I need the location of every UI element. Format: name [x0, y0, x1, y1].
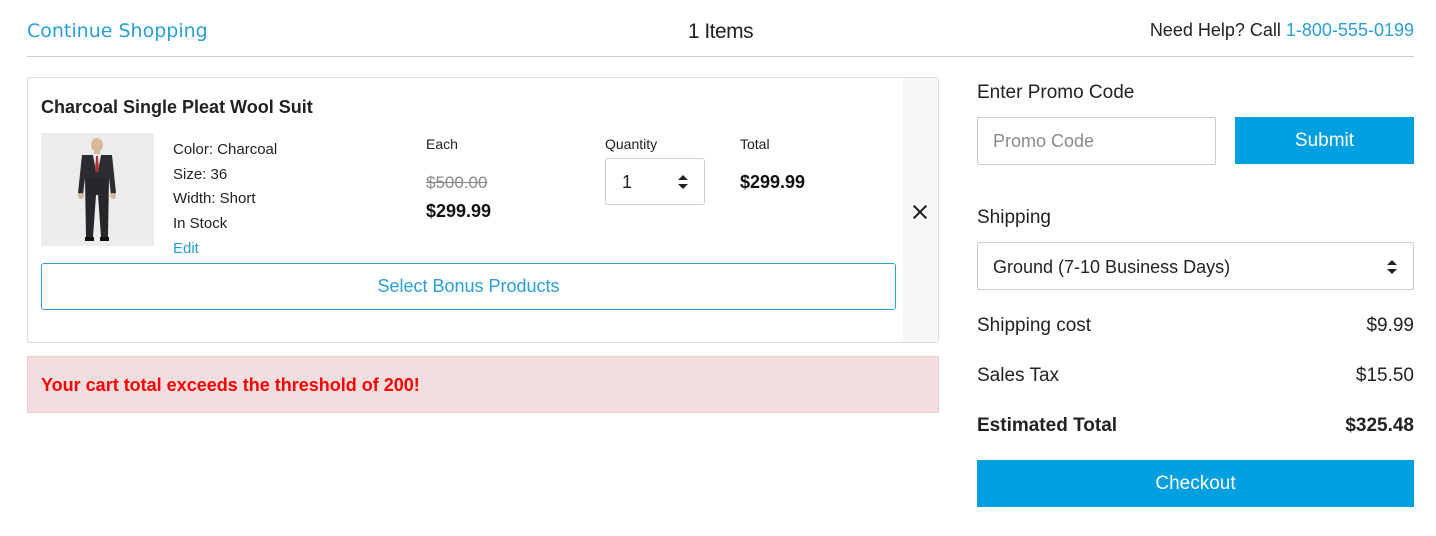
- select-bonus-products-button[interactable]: Select Bonus Products: [41, 263, 896, 310]
- shipping-cost-value: $9.99: [1366, 315, 1414, 336]
- shipping-label: Shipping: [977, 207, 1051, 228]
- edit-product-link[interactable]: Edit: [173, 240, 199, 257]
- product-width: Width: Short: [173, 190, 256, 207]
- each-label: Each: [426, 136, 458, 152]
- estimated-total-label: Estimated Total: [977, 415, 1118, 436]
- original-price: $500.00: [426, 173, 488, 192]
- quantity-value: 1: [622, 172, 633, 192]
- threshold-alert: Your cart total exceeds the threshold of…: [27, 356, 939, 413]
- product-availability: In Stock: [173, 214, 228, 232]
- total-label: Total: [740, 136, 770, 152]
- sale-price: $299.99: [426, 201, 492, 221]
- shipping-method-value: Ground (7-10 Business Days): [993, 257, 1231, 277]
- line-total-price: $299.99: [740, 172, 806, 192]
- close-icon[interactable]: [910, 202, 930, 222]
- cart-line-item: Charcoal Single Pleat Wool Suit Color: C…: [27, 77, 939, 343]
- promo-submit-button[interactable]: Submit: [1235, 117, 1414, 164]
- suit-photo-icon: [41, 133, 154, 246]
- product-size: Size: 36: [173, 165, 228, 183]
- shipping-method-select[interactable]: Ground (7-10 Business Days): [977, 242, 1414, 290]
- checkout-button[interactable]: Checkout: [977, 460, 1414, 507]
- select-arrows-icon: [678, 175, 688, 189]
- quantity-label: Quantity: [605, 136, 658, 152]
- product-name: Charcoal Single Pleat Wool Suit: [41, 97, 313, 117]
- promo-code-input[interactable]: [977, 117, 1216, 165]
- promo-code-label: Enter Promo Code: [977, 82, 1135, 103]
- order-summary: Enter Promo Code Submit Shipping Ground …: [977, 0, 1414, 536]
- alert-message: Your cart total exceeds the threshold of…: [41, 375, 420, 395]
- remove-column: [903, 78, 938, 342]
- product-image[interactable]: [41, 133, 154, 246]
- shipping-cost-label: Shipping cost: [977, 315, 1092, 336]
- estimated-total-value: $325.48: [1345, 415, 1414, 436]
- sales-tax-label: Sales Tax: [977, 365, 1060, 386]
- product-color: Color: Charcoal: [173, 141, 278, 158]
- select-arrows-icon: [1387, 260, 1397, 274]
- sales-tax-value: $15.50: [1355, 365, 1414, 386]
- product-attributes: Color: Charcoal Size: 36 Width: Short In…: [173, 138, 277, 236]
- quantity-select[interactable]: 1: [605, 158, 705, 205]
